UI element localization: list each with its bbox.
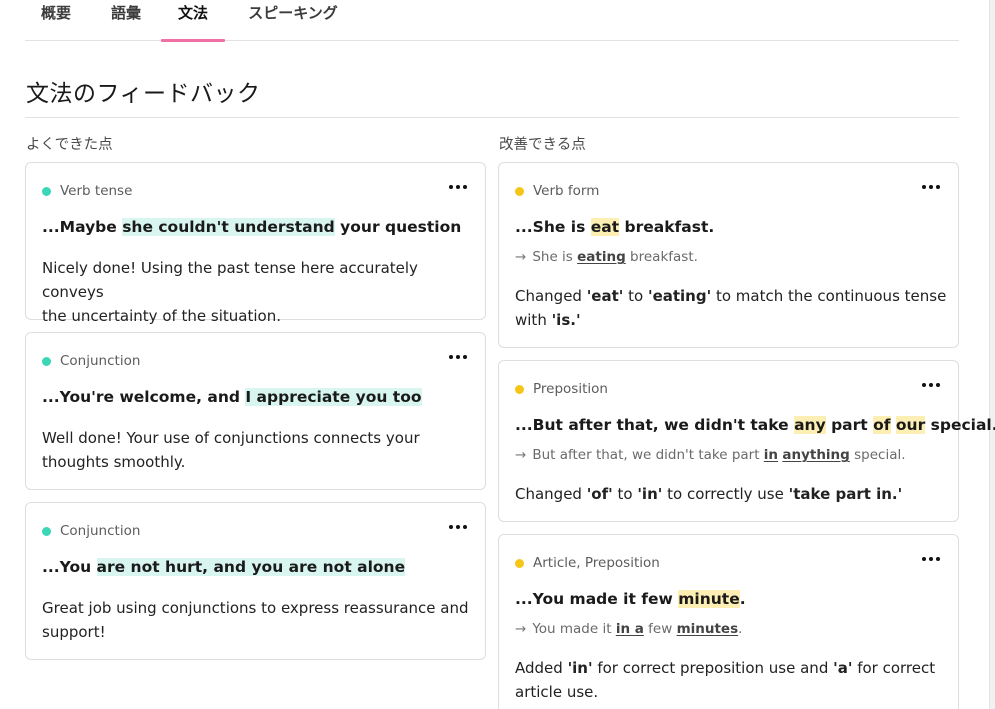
more-options-icon[interactable] — [449, 181, 467, 193]
good-feedback-card: Verb tense ...Maybe she couldn't underst… — [25, 162, 486, 325]
tab-grammar[interactable]: 文法 — [161, 3, 225, 42]
good-feedback-card: Conjunction ...You are not hurt, and you… — [25, 502, 486, 660]
card-header: Conjunction — [42, 353, 140, 369]
feedback-text: Great job using conjunctions to express … — [42, 599, 469, 641]
tab-label: スピーキング — [248, 4, 338, 22]
arrow-right-icon: → — [515, 447, 527, 463]
quoted-sentence: ...She is eat breakfast. — [515, 218, 715, 236]
scrollbar[interactable] — [989, 0, 995, 709]
divider — [25, 117, 959, 118]
correction-line: → But after that, we didn't take part in … — [515, 447, 906, 463]
category-label: Article, Preposition — [533, 555, 660, 571]
quoted-sentence: ...But after that, we didn't take any pa… — [515, 416, 995, 434]
error-highlight: our — [895, 416, 926, 434]
good-points-heading: よくできた点 — [26, 137, 113, 153]
tab-label: 文法 — [177, 4, 208, 22]
more-options-icon[interactable] — [449, 521, 467, 533]
status-dot — [515, 558, 524, 568]
quoted-sentence: ...You are not hurt, and you are not alo… — [42, 558, 406, 576]
category-label: Preposition — [533, 381, 608, 397]
improvement-feedback-card: Article, Preposition ...You made it few … — [498, 534, 959, 709]
more-options-icon[interactable] — [922, 553, 940, 565]
category-label: Verb form — [533, 183, 600, 199]
good-feedback-card: Conjunction ...You're welcome, and I app… — [25, 332, 486, 490]
improvement-feedback-card: Preposition ...But after that, we didn't… — [498, 360, 995, 522]
feedback-text: Changed 'eat' to 'eating' to match the c… — [515, 287, 947, 329]
category-label: Conjunction — [60, 523, 141, 539]
error-highlight: of — [873, 416, 891, 434]
card-header: Article, Preposition — [515, 555, 660, 571]
correction-line: → You made it in a few minutes. — [515, 621, 743, 637]
category-label: Conjunction — [60, 353, 141, 369]
more-options-icon[interactable] — [922, 379, 940, 391]
correction-line: → She is eating breakfast. — [515, 249, 698, 265]
tab-speaking[interactable]: スピーキング — [243, 3, 343, 41]
status-dot — [515, 186, 524, 196]
card-header: Preposition — [515, 381, 608, 397]
status-dot — [42, 186, 51, 196]
more-options-icon[interactable] — [922, 181, 940, 193]
arrow-right-icon: → — [515, 621, 527, 637]
page-title: 文法のフィードバック — [26, 81, 261, 107]
card-header: Conjunction — [42, 523, 140, 539]
tab-bar: 概要 語彙 文法 スピーキング — [25, 0, 959, 42]
more-options-icon[interactable] — [449, 351, 467, 363]
tab-label: 概要 — [41, 4, 72, 22]
card-header: Verb tense — [42, 183, 132, 199]
improvement-points-heading: 改善できる点 — [499, 137, 586, 153]
error-highlight: eat — [590, 218, 620, 236]
quoted-sentence: ...Maybe she couldn't understand your qu… — [42, 218, 462, 236]
category-label: Verb tense — [60, 183, 133, 199]
feedback-text: Nicely done! Using the past tense here a… — [42, 259, 418, 325]
highlighted-phrase: I appreciate you too — [245, 388, 422, 406]
highlighted-phrase: are not hurt, and you are not alone — [96, 558, 406, 576]
card-header: Verb form — [515, 183, 599, 199]
error-highlight: any — [794, 416, 826, 434]
quoted-sentence: ...You're welcome, and I appreciate you … — [42, 388, 422, 406]
feedback-text: Changed 'of' to 'in' to correctly use 't… — [515, 485, 903, 503]
improvement-feedback-card: Verb form ...She is eat breakfast. → She … — [498, 162, 959, 348]
tab-vocabulary[interactable]: 語彙 — [107, 3, 145, 41]
highlighted-phrase: she couldn't understand — [122, 218, 335, 236]
status-dot — [42, 356, 51, 366]
feedback-text: Well done! Your use of conjunctions conn… — [42, 429, 420, 471]
tab-label: 語彙 — [110, 4, 141, 22]
quoted-sentence: ...You made it few minute. — [515, 590, 746, 608]
status-dot — [515, 384, 524, 394]
tab-overview[interactable]: 概要 — [25, 3, 89, 41]
feedback-text: Added 'in' for correct preposition use a… — [515, 659, 936, 701]
status-dot — [42, 526, 51, 536]
arrow-right-icon: → — [515, 249, 527, 265]
error-highlight: minute — [678, 590, 740, 608]
